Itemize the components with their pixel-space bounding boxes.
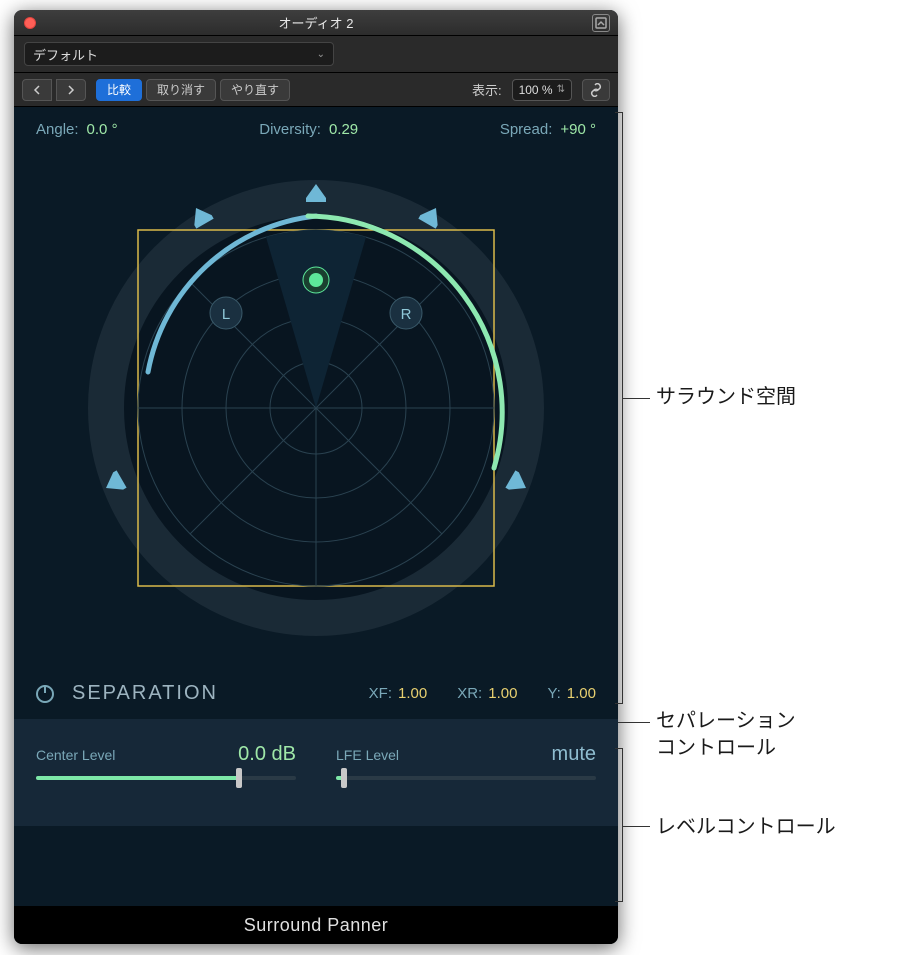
level-section: Center Level 0.0 dB LFE Level mute [14,719,618,826]
angle-value[interactable]: 0.0 ° [87,121,118,138]
callout-bracket [622,112,623,704]
preset-select[interactable]: デフォルト ⌄ [24,42,334,66]
chevron-updown-icon: ⇅ [557,84,565,95]
callout-leader [622,826,650,827]
preset-row: デフォルト ⌄ [14,36,618,73]
callout-tick [615,748,622,749]
callout-leader [618,722,650,723]
chevron-down-icon: ⌄ [317,49,325,60]
lfe-level-control: LFE Level mute [336,743,596,780]
separation-title: SEPARATION [72,682,218,705]
surround-field[interactable]: L R [76,168,556,648]
plugin-footer: Surround Panner [14,906,618,944]
y-value[interactable]: 1.00 [567,685,596,702]
spread-label: Spread: [500,121,553,138]
expand-icon[interactable] [592,14,610,32]
lfe-level-value[interactable]: mute [552,743,596,766]
window-title: オーディオ 2 [14,13,618,32]
callout-level: レベルコントロール [656,814,836,841]
center-level-slider[interactable] [36,776,296,780]
plugin-body: Angle: 0.0 ° Diversity: 0.29 Spread: +90… [14,107,618,906]
plugin-name: Surround Panner [244,915,389,936]
svg-text:L: L [222,306,230,323]
window-titlebar: オーディオ 2 [14,10,618,36]
undo-button[interactable]: 取り消す [146,79,216,101]
view-label: 表示: [472,80,502,99]
param-readout-row: Angle: 0.0 ° Diversity: 0.29 Spread: +90… [36,121,596,138]
xr-value[interactable]: 1.00 [488,685,517,702]
xf-label: XF: [369,685,392,702]
lfe-level-label: LFE Level [336,747,399,763]
plugin-window: オーディオ 2 デフォルト ⌄ 比較 取り消す やり直す 表示: 100 % ⇅ [14,10,618,944]
center-level-value[interactable]: 0.0 dB [238,743,296,766]
lfe-level-slider[interactable] [336,776,596,780]
link-button[interactable] [582,79,610,101]
callout-bracket [622,748,623,902]
callout-tick [615,112,622,113]
callout-tick [615,703,622,704]
zoom-value: 100 % [519,83,553,97]
center-level-control: Center Level 0.0 dB [36,743,296,780]
center-level-label: Center Level [36,747,115,763]
toolbar: 比較 取り消す やり直す 表示: 100 % ⇅ [14,73,618,107]
spread-value[interactable]: +90 ° [560,121,596,138]
callout-surround-field: サラウンド空間 [656,384,796,411]
callout-separation: セパレーション コントロール [656,708,796,762]
separation-row: SEPARATION XF: 1.00 XR: 1.00 Y: 1.00 [36,682,596,719]
compare-button[interactable]: 比較 [96,79,142,101]
xr-label: XR: [457,685,482,702]
prev-button[interactable] [22,79,52,101]
callout-leader [622,398,650,399]
preset-selected-label: デフォルト [33,45,98,64]
diversity-value[interactable]: 0.29 [329,121,358,138]
callout-tick [615,901,622,902]
angle-label: Angle: [36,121,79,138]
svg-text:R: R [401,306,412,323]
redo-button[interactable]: やり直す [220,79,290,101]
next-button[interactable] [56,79,86,101]
separation-power-button[interactable] [36,685,54,703]
y-label: Y: [547,685,560,702]
diversity-label: Diversity: [259,121,321,138]
zoom-select[interactable]: 100 % ⇅ [512,79,572,101]
xf-value[interactable]: 1.00 [398,685,427,702]
